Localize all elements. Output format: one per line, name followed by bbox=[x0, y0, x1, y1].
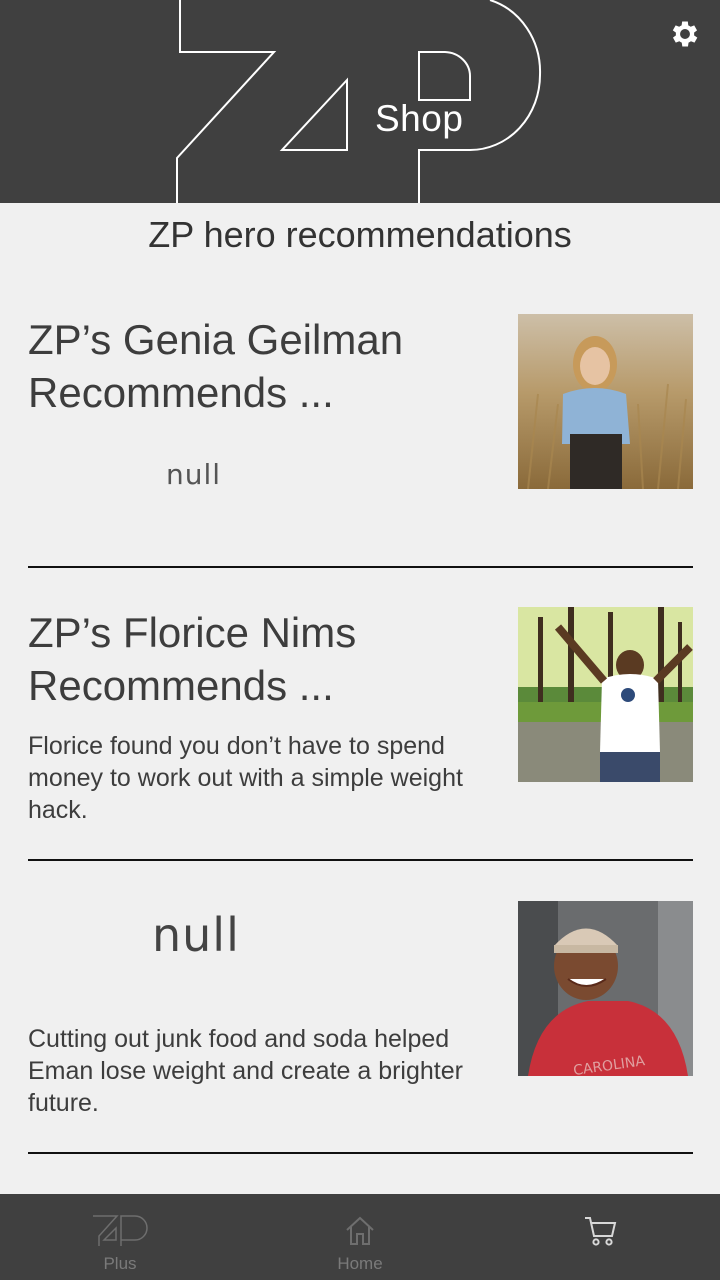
nav-item-home[interactable]: Home bbox=[240, 1194, 480, 1280]
app-header: Shop bbox=[0, 0, 720, 203]
hero-photo: CAROLINA bbox=[518, 901, 693, 1076]
card-title: null bbox=[152, 908, 240, 962]
zp-logo-icon bbox=[176, 0, 542, 203]
nav-label-home: Home bbox=[337, 1254, 383, 1273]
hero-photo bbox=[518, 314, 693, 489]
hero-photo bbox=[518, 607, 693, 782]
card-description: Florice found you don’t have to spend mo… bbox=[28, 732, 463, 824]
card-title: ZP’s Florice Nims Recommends ... bbox=[28, 609, 357, 709]
recommendation-card[interactable]: ZP’s Florice Nims Recommends ... Florice… bbox=[28, 606, 693, 862]
card-divider bbox=[28, 1152, 693, 1154]
cart-icon bbox=[585, 1217, 617, 1246]
card-description: Cutting out junk food and soda helped Em… bbox=[28, 1025, 463, 1117]
card-title: ZP’s Genia Geilman Recommends ... bbox=[28, 316, 404, 416]
card-divider bbox=[28, 566, 693, 568]
nav-item-cart[interactable] bbox=[480, 1194, 720, 1280]
bottom-navigation: Plus Home bbox=[0, 1194, 720, 1280]
nav-item-plus[interactable]: Plus bbox=[0, 1194, 240, 1280]
section-title: ZP hero recommendations bbox=[148, 214, 572, 255]
card-subtitle: null bbox=[166, 458, 222, 491]
card-divider bbox=[28, 859, 693, 861]
zp-logo-icon bbox=[93, 1215, 148, 1246]
settings-gear-icon[interactable] bbox=[668, 17, 702, 51]
nav-label-plus: Plus bbox=[103, 1254, 137, 1273]
home-icon bbox=[346, 1216, 374, 1245]
shop-label: Shop bbox=[375, 98, 464, 139]
recommendation-card[interactable]: ZP’s Genia Geilman Recommends ... null bbox=[28, 313, 693, 569]
recommendation-card[interactable]: null Cutting out junk food and soda help… bbox=[28, 900, 693, 1156]
